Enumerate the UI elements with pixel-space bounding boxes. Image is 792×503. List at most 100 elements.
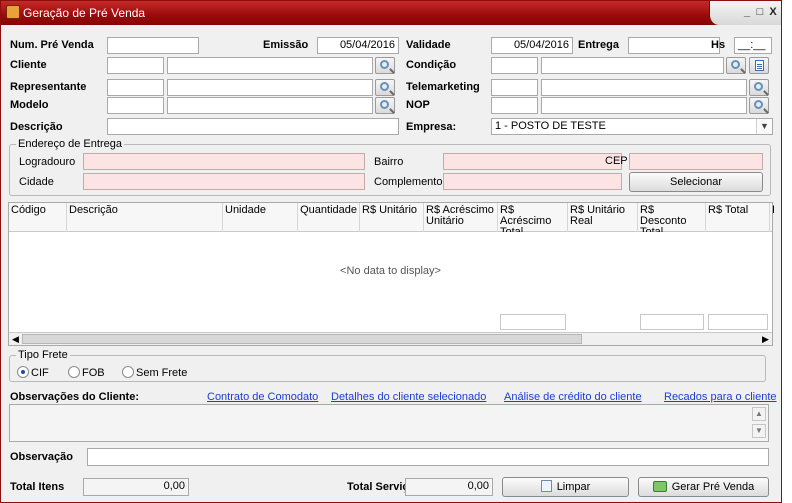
condicao-code-input[interactable] xyxy=(491,57,538,74)
col-desconto-total[interactable]: R$ Desconto Total xyxy=(638,203,706,232)
total-servicos-value: 0,00 xyxy=(405,478,493,496)
modelo-label: Modelo xyxy=(10,99,49,111)
representante-name-input[interactable] xyxy=(167,79,373,96)
app-icon xyxy=(6,5,20,19)
search-icon xyxy=(754,100,763,109)
empresa-select[interactable]: 1 - POSTO DE TESTE ▼ xyxy=(491,118,773,135)
items-grid[interactable]: Código Descrição Unidade Quantidade R$ U… xyxy=(8,202,774,346)
telemarketing-label: Telemarketing xyxy=(406,81,480,93)
hs-label: Hs xyxy=(711,39,726,51)
col-unitario[interactable]: R$ Unitário xyxy=(360,203,424,232)
condicao-search-button[interactable] xyxy=(726,57,746,74)
scroll-up-icon[interactable]: ▲ xyxy=(752,407,766,421)
col-unitario-real[interactable]: R$ Unitário Real xyxy=(568,203,638,232)
cliente-name-input[interactable] xyxy=(167,57,373,74)
scroll-thumb[interactable] xyxy=(22,334,582,344)
radio-fob[interactable] xyxy=(68,366,80,378)
num-pre-venda-input[interactable] xyxy=(107,37,199,54)
gerar-label: Gerar Pré Venda xyxy=(671,481,755,493)
scroll-left-icon[interactable]: ◀ xyxy=(9,333,22,346)
descricao-input[interactable] xyxy=(107,118,399,135)
close-button[interactable]: X xyxy=(766,5,780,19)
footer-desconto-total xyxy=(640,314,704,330)
radio-sem-frete[interactable] xyxy=(122,366,134,378)
grid-header: Código Descrição Unidade Quantidade R$ U… xyxy=(9,203,774,232)
total-itens-value: 0,00 xyxy=(83,478,189,496)
col-quantidade[interactable]: Quantidade xyxy=(298,203,360,232)
cidade-label: Cidade xyxy=(19,176,54,188)
entrega-input[interactable] xyxy=(628,37,720,54)
grid-empty-text: <No data to display> xyxy=(340,265,441,277)
telemarketing-name-input[interactable] xyxy=(541,79,747,96)
pre-venda-window: Geração de Pré Venda _ □ X Num. Pré Vend… xyxy=(0,0,782,503)
minimize-button[interactable]: _ xyxy=(740,5,754,19)
obs-cliente-label: Observações do Cliente: xyxy=(10,391,139,403)
maximize-button[interactable]: □ xyxy=(753,5,767,19)
analise-credito-link[interactable]: Análise de crédito do cliente xyxy=(504,391,642,403)
col-acrescimo-unitario[interactable]: R$ Acréscimo Unitário xyxy=(424,203,498,232)
title-bar[interactable]: Geração de Pré Venda _ □ X xyxy=(1,1,781,25)
condicao-name-input[interactable] xyxy=(541,57,724,74)
radio-fob-label[interactable]: FOB xyxy=(82,367,105,379)
window-title: Geração de Pré Venda xyxy=(23,6,146,20)
col-descricao[interactable]: Descrição xyxy=(67,203,223,232)
col-total[interactable]: R$ Total xyxy=(706,203,770,232)
bairro-label: Bairro xyxy=(374,156,404,168)
logradouro-label: Logradouro xyxy=(19,156,76,168)
nop-code-input[interactable] xyxy=(491,97,538,114)
scroll-right-icon[interactable]: ▶ xyxy=(759,333,772,346)
condicao-detail-button[interactable] xyxy=(749,57,769,74)
descricao-label: Descrição xyxy=(10,121,63,133)
col-acrescimo-total[interactable]: R$ Acréscimo Total xyxy=(498,203,568,232)
radio-cif-label[interactable]: CIF xyxy=(31,367,49,379)
search-icon xyxy=(380,60,389,69)
endereco-group-title: Endereço de Entrega xyxy=(16,138,124,150)
modelo-name-input[interactable] xyxy=(167,97,373,114)
complemento-label: Complemento xyxy=(374,176,443,188)
telemarketing-code-input[interactable] xyxy=(491,79,538,96)
observacao-label: Observação xyxy=(10,451,73,463)
selecionar-button[interactable]: Selecionar xyxy=(629,172,763,192)
obs-cliente-textarea[interactable]: ▲ ▼ xyxy=(9,404,769,442)
money-icon xyxy=(652,481,667,492)
window-controls: _ □ X xyxy=(709,1,781,25)
detalhes-cliente-link[interactable]: Detalhes do cliente selecionado xyxy=(331,391,486,403)
gerar-pre-venda-button[interactable]: Gerar Pré Venda xyxy=(638,477,769,497)
limpar-button[interactable]: Limpar xyxy=(502,477,629,497)
emissao-input[interactable]: 05/04/2016 xyxy=(317,37,399,54)
scroll-down-icon[interactable]: ▼ xyxy=(752,424,766,438)
logradouro-input[interactable] xyxy=(83,153,365,170)
col-codigo[interactable]: Código xyxy=(9,203,67,232)
nop-name-input[interactable] xyxy=(541,97,747,114)
validade-input[interactable]: 05/04/2016 xyxy=(491,37,573,54)
cep-label: CEP xyxy=(605,155,628,167)
cidade-input[interactable] xyxy=(83,173,365,190)
col-unidade[interactable]: Unidade xyxy=(223,203,298,232)
recados-cliente-link[interactable]: Recados para o cliente xyxy=(664,391,777,403)
cep-input[interactable] xyxy=(629,153,763,170)
representante-search-button[interactable] xyxy=(375,79,395,96)
tipo-frete-title: Tipo Frete xyxy=(16,349,70,361)
contrato-comodato-link[interactable]: Contrato de Comodato xyxy=(207,391,318,403)
complemento-input[interactable] xyxy=(443,173,622,190)
modelo-code-input[interactable] xyxy=(107,97,164,114)
cliente-code-input[interactable] xyxy=(107,57,164,74)
nop-search-button[interactable] xyxy=(749,97,769,114)
radio-sem-frete-label[interactable]: Sem Frete xyxy=(136,367,187,379)
modelo-search-button[interactable] xyxy=(375,97,395,114)
hs-input[interactable]: __:__ xyxy=(734,37,772,54)
chevron-down-icon[interactable]: ▼ xyxy=(756,119,772,134)
footer-total xyxy=(708,314,768,330)
search-icon xyxy=(380,82,389,91)
col-next[interactable]: I xyxy=(770,203,774,232)
total-itens-label: Total Itens xyxy=(10,481,65,493)
grid-horizontal-scrollbar[interactable]: ◀ ▶ xyxy=(9,332,772,345)
representante-code-input[interactable] xyxy=(107,79,164,96)
observacao-input[interactable] xyxy=(87,448,769,466)
search-icon xyxy=(731,60,740,69)
condicao-label: Condição xyxy=(406,59,457,71)
radio-cif[interactable] xyxy=(17,366,29,378)
cliente-search-button[interactable] xyxy=(375,57,395,74)
telemarketing-search-button[interactable] xyxy=(749,79,769,96)
bairro-input[interactable] xyxy=(443,153,622,170)
